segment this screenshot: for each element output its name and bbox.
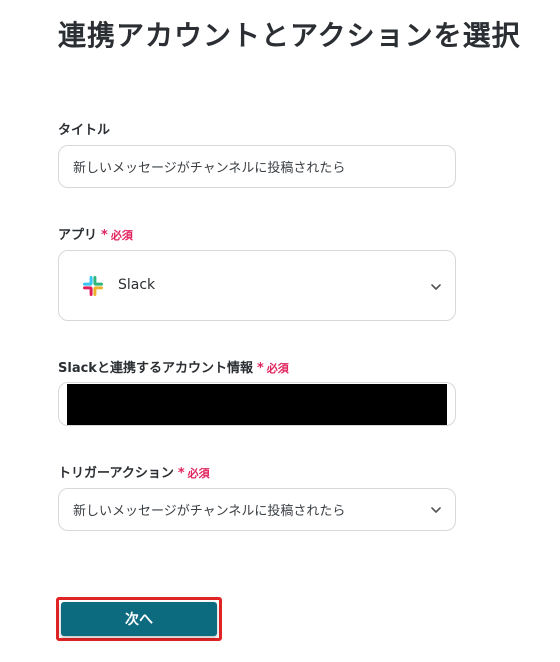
title-field-label-text: タイトル	[58, 123, 111, 138]
next-button-highlight: 次へ	[56, 597, 222, 641]
required-badge: 必須	[187, 467, 210, 480]
selected-app-name: Slack	[118, 277, 156, 293]
app-field-label-text: アプリ	[58, 228, 98, 243]
title-input[interactable]: 新しいメッセージがチャンネルに投稿されたら	[58, 145, 456, 188]
trigger-field-label-text: トリガーアクション	[58, 466, 174, 481]
title-input-value: 新しいメッセージがチャンネルに投稿されたら	[73, 161, 346, 176]
title-field-label: タイトル	[58, 119, 110, 138]
required-asterisk: *	[101, 228, 108, 243]
required-badge: 必須	[110, 229, 133, 242]
slack-logo-icon	[83, 276, 103, 296]
next-button[interactable]: 次へ	[61, 602, 217, 636]
trigger-field-label: トリガーアクション * 必須	[58, 462, 210, 481]
page-title: 連携アカウントとアクションを選択	[58, 19, 521, 52]
required-badge: 必須	[266, 362, 289, 375]
account-select[interactable]	[58, 382, 456, 426]
required-asterisk: *	[256, 361, 264, 376]
account-field-label-text: Slackと連携するアカウント情報	[58, 361, 253, 376]
app-select[interactable]: Slack	[58, 250, 456, 321]
trigger-action-value: 新しいメッセージがチャンネルに投稿されたら	[73, 504, 346, 519]
redacted-account-info	[67, 384, 447, 425]
trigger-action-select[interactable]: 新しいメッセージがチャンネルに投稿されたら	[58, 488, 456, 531]
app-field-label: アプリ * 必須	[58, 224, 133, 243]
chevron-down-icon	[431, 507, 441, 513]
account-field-label: Slackと連携するアカウント情報 * 必須	[58, 357, 289, 376]
chevron-down-icon	[431, 284, 441, 290]
required-asterisk: *	[177, 466, 185, 481]
